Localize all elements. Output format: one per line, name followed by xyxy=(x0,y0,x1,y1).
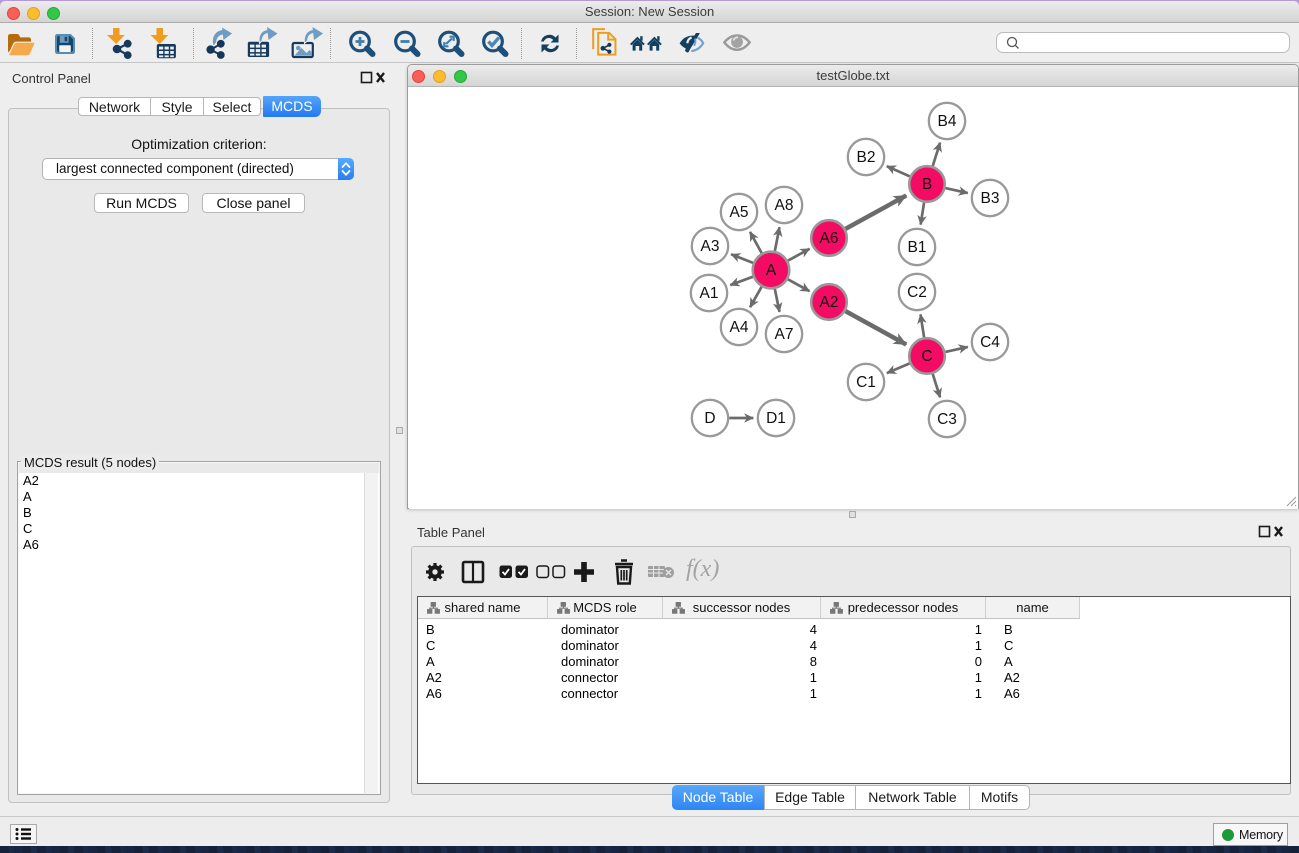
svg-text:C: C xyxy=(921,348,932,365)
svg-text:B1: B1 xyxy=(908,239,927,256)
svg-text:C1: C1 xyxy=(856,374,876,391)
svg-text:C4: C4 xyxy=(980,334,1000,351)
svg-text:A1: A1 xyxy=(700,285,719,302)
svg-text:A2: A2 xyxy=(820,294,839,311)
svg-text:B3: B3 xyxy=(981,190,1000,207)
svg-text:C2: C2 xyxy=(907,284,927,301)
svg-text:A8: A8 xyxy=(775,197,794,214)
svg-text:B2: B2 xyxy=(857,149,876,166)
svg-text:A7: A7 xyxy=(775,326,794,343)
svg-text:A6: A6 xyxy=(820,230,839,247)
svg-text:C3: C3 xyxy=(937,411,957,428)
svg-text:A: A xyxy=(766,262,777,279)
svg-text:D: D xyxy=(704,410,715,427)
svg-text:A4: A4 xyxy=(730,319,749,336)
svg-text:A5: A5 xyxy=(730,204,749,221)
svg-text:B4: B4 xyxy=(938,113,957,130)
svg-text:B: B xyxy=(922,176,932,193)
svg-text:A3: A3 xyxy=(701,238,720,255)
svg-text:D1: D1 xyxy=(766,410,786,427)
